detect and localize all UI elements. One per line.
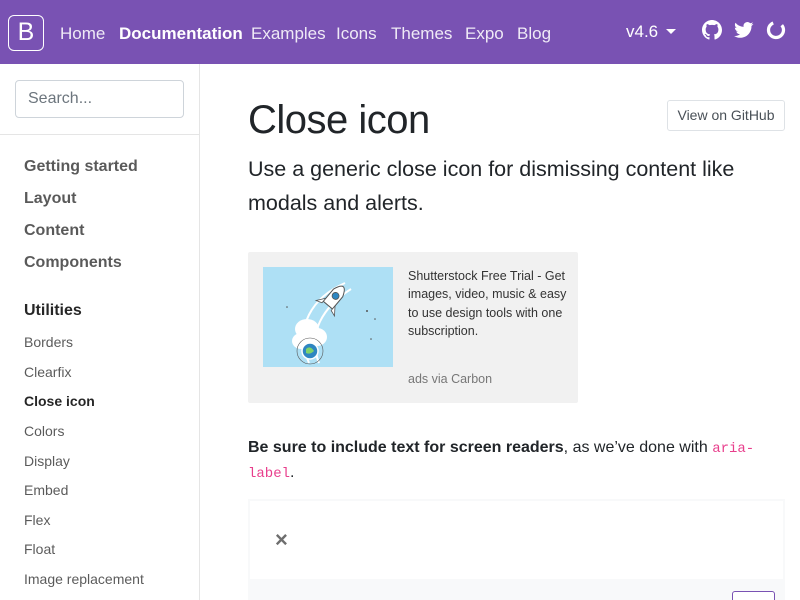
page-title: Close icon <box>248 98 430 142</box>
sidebar-item-display[interactable]: Display <box>24 453 70 469</box>
sidebar-item-float[interactable]: Float <box>24 541 55 557</box>
version-dropdown[interactable]: v4.6 <box>626 22 677 42</box>
sidebar-item-colors[interactable]: Colors <box>24 423 64 439</box>
rocket-illustration <box>263 267 393 367</box>
sidebar-group-utilities[interactable]: Utilities <box>24 302 82 320</box>
nav-link-blog[interactable]: Blog <box>517 24 551 44</box>
sidebar-group-content[interactable]: Content <box>24 222 84 240</box>
copy-button[interactable] <box>732 591 775 600</box>
sidebar-item-flex[interactable]: Flex <box>24 512 50 528</box>
example-preview: × <box>248 499 785 579</box>
version-label: v4.6 <box>626 22 659 41</box>
sidebar-item-clearfix[interactable]: Clearfix <box>24 364 71 380</box>
opencollective-icon[interactable] <box>766 20 786 40</box>
note-strong: Be sure to include text for screen reade… <box>248 439 564 456</box>
bootstrap-logo[interactable]: B <box>8 15 44 51</box>
ad-image[interactable] <box>263 267 393 367</box>
navbar: B Home Documentation Examples Icons Them… <box>0 0 800 64</box>
sidebar: Getting started Layout Content Component… <box>0 64 200 600</box>
search-input[interactable] <box>15 80 184 118</box>
note-text: , as we’ve done with <box>563 439 713 456</box>
twitter-icon[interactable] <box>734 20 754 40</box>
github-icon[interactable] <box>702 20 722 40</box>
caret-down-icon <box>666 29 677 35</box>
sidebar-item-borders[interactable]: Borders <box>24 334 73 350</box>
nav-link-home[interactable]: Home <box>60 24 105 44</box>
sidebar-group-layout[interactable]: Layout <box>24 190 76 208</box>
ad-poweredby[interactable]: ads via Carbon <box>408 372 492 386</box>
code-highlight <box>248 579 785 600</box>
sidebar-item-close-icon[interactable]: Close icon <box>24 393 95 409</box>
view-on-github-button[interactable]: View on GitHub <box>667 100 785 131</box>
nav-link-documentation[interactable]: Documentation <box>119 24 243 44</box>
sidebar-item-image-replacement[interactable]: Image replacement <box>24 571 144 587</box>
accessibility-note: Be sure to include text for screen reade… <box>248 436 788 486</box>
sidebar-group-getting-started[interactable]: Getting started <box>24 158 138 176</box>
sidebar-item-embed[interactable]: Embed <box>24 482 68 498</box>
sidebar-group-components[interactable]: Components <box>24 254 122 272</box>
carbon-ad: Shutterstock Free Trial - Get images, vi… <box>248 252 578 403</box>
lead-paragraph: Use a generic close icon for dismissing … <box>248 157 735 215</box>
note-end: . <box>290 464 295 481</box>
close-icon[interactable]: × <box>275 529 288 551</box>
ad-text[interactable]: Shutterstock Free Trial - Get images, vi… <box>408 267 568 340</box>
search-wrap <box>0 64 199 135</box>
nav-link-examples[interactable]: Examples <box>251 24 326 44</box>
nav-link-icons[interactable]: Icons <box>336 24 377 44</box>
nav-link-themes[interactable]: Themes <box>391 24 452 44</box>
nav-link-expo[interactable]: Expo <box>465 24 504 44</box>
